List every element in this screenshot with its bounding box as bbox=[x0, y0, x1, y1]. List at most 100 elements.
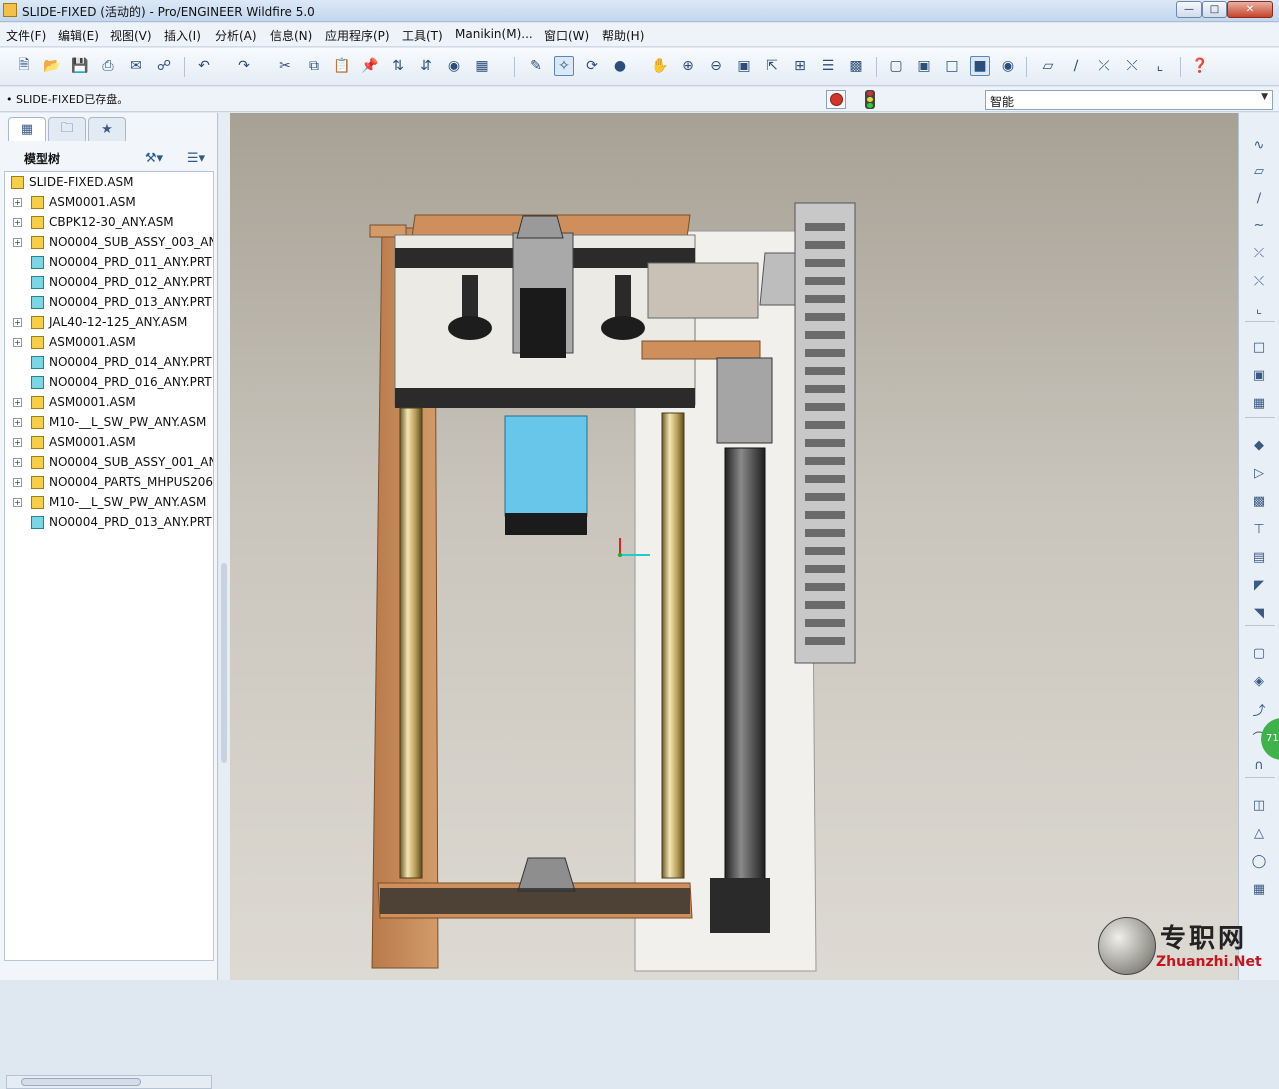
undo-icon[interactable]: ↶ bbox=[194, 56, 214, 76]
appearance-sphere-icon[interactable]: ● bbox=[610, 56, 630, 76]
tree-item[interactable]: + NO0004_PARTS_MHPUS206- bbox=[5, 472, 213, 492]
selection-box-icon[interactable]: ▦ bbox=[472, 56, 492, 76]
point-tags-icon[interactable]: ⤬ bbox=[1122, 56, 1142, 76]
no-hidden-icon[interactable]: □ bbox=[942, 56, 962, 76]
redo-icon[interactable]: ↷ bbox=[234, 56, 254, 76]
menu-applications[interactable]: 应用程序(P) bbox=[325, 27, 390, 44]
pattern-icon[interactable]: ▤ bbox=[1249, 547, 1269, 567]
zoom-out-icon[interactable]: ⊖ bbox=[706, 56, 726, 76]
shell-icon[interactable]: △ bbox=[1249, 823, 1269, 843]
tree-item[interactable]: NO0004_PRD_011_ANY.PRT bbox=[5, 252, 213, 272]
enhanced-realism-icon[interactable]: ◉ bbox=[998, 56, 1018, 76]
datum-points-icon[interactable]: ⤫ bbox=[1094, 56, 1114, 76]
expand-icon[interactable]: + bbox=[13, 198, 22, 207]
hole-icon[interactable]: ◆ bbox=[1249, 435, 1269, 455]
tree-item[interactable]: + NO0004_SUB_ASSY_003_ANY bbox=[5, 232, 213, 252]
datum-planes-icon[interactable]: ▱ bbox=[1038, 56, 1058, 76]
expand-icon[interactable]: + bbox=[13, 398, 22, 407]
refit-icon[interactable]: ▣ bbox=[734, 56, 754, 76]
regen-manager-icon[interactable]: ⇵ bbox=[416, 56, 436, 76]
cut-icon[interactable]: ✂ bbox=[275, 56, 295, 76]
plane-icon[interactable]: ▱ bbox=[1249, 161, 1269, 181]
expand-icon[interactable]: + bbox=[13, 458, 22, 467]
sketch-icon[interactable]: ∿ bbox=[1249, 135, 1269, 155]
save-icon[interactable]: 💾 bbox=[70, 56, 90, 76]
regenerate-icon[interactable]: ⇅ bbox=[388, 56, 408, 76]
tree-show-icon[interactable]: ☰▾ bbox=[182, 148, 210, 168]
tree-item[interactable]: + M10-__L_SW_PW_ANY.ASM bbox=[5, 412, 213, 432]
curve-icon[interactable]: ∼ bbox=[1249, 215, 1269, 235]
repeat-icon[interactable]: ▦ bbox=[1249, 393, 1269, 413]
menu-edit[interactable]: 编辑(E) bbox=[58, 27, 99, 44]
reorient-icon[interactable]: ⇱ bbox=[762, 56, 782, 76]
send-link-icon[interactable]: ☍ bbox=[154, 56, 174, 76]
copy-icon[interactable]: ⧉ bbox=[304, 56, 324, 76]
menu-tools[interactable]: 工具(T) bbox=[402, 27, 443, 44]
print-icon[interactable]: ⎙ bbox=[98, 56, 118, 76]
scrollbar-thumb[interactable] bbox=[21, 1078, 141, 1086]
pan-hand-icon[interactable]: ✋ bbox=[650, 56, 670, 76]
tree-item[interactable]: NO0004_PRD_012_ANY.PRT bbox=[5, 272, 213, 292]
maximize-button[interactable]: □ bbox=[1202, 1, 1227, 18]
tree-item[interactable]: NO0004_PRD_013_ANY.PRT bbox=[5, 512, 213, 532]
mirror-icon[interactable]: ◤ bbox=[1249, 575, 1269, 595]
tree-item[interactable]: NO0004_PRD_013_ANY.PRT bbox=[5, 292, 213, 312]
boundary-icon[interactable]: ∩ bbox=[1249, 755, 1269, 775]
selection-filter-select[interactable]: 智能 ▼ bbox=[985, 90, 1273, 110]
tab-model-tree[interactable]: ▦ bbox=[8, 117, 46, 141]
menu-window[interactable]: 窗口(W) bbox=[544, 27, 589, 44]
tree-horizontal-scrollbar[interactable] bbox=[6, 1075, 212, 1089]
wireframe-icon[interactable]: ▢ bbox=[886, 56, 906, 76]
revolve-icon[interactable]: ◈ bbox=[1249, 671, 1269, 691]
trim-icon[interactable]: ◥ bbox=[1249, 603, 1269, 623]
expand-icon[interactable]: + bbox=[13, 238, 22, 247]
panel-splitter[interactable] bbox=[219, 113, 230, 980]
orient-mode-icon[interactable]: ⟳ bbox=[582, 56, 602, 76]
expand-icon[interactable]: + bbox=[13, 218, 22, 227]
menu-manikin[interactable]: Manikin(M)... bbox=[455, 27, 533, 41]
menu-insert[interactable]: 插入(I) bbox=[164, 27, 201, 44]
tree-item[interactable]: + ASM0001.ASM bbox=[5, 432, 213, 452]
draft-icon[interactable]: ◯ bbox=[1249, 851, 1269, 871]
expand-icon[interactable]: + bbox=[13, 338, 22, 347]
tree-item[interactable]: + M10-__L_SW_PW_ANY.ASM bbox=[5, 492, 213, 512]
tree-item[interactable]: NO0004_PRD_014_ANY.PRT bbox=[5, 352, 213, 372]
extrude-icon[interactable]: ▢ bbox=[1249, 643, 1269, 663]
expand-icon[interactable]: + bbox=[13, 498, 22, 507]
menu-help[interactable]: 帮助(H) bbox=[602, 27, 644, 44]
new-file-icon[interactable]: 🗎 bbox=[14, 56, 34, 76]
paste-special-icon[interactable]: 📌 bbox=[360, 56, 380, 76]
flatten-icon[interactable]: ◫ bbox=[1249, 795, 1269, 815]
round-icon[interactable]: ▷ bbox=[1249, 463, 1269, 483]
menu-view[interactable]: 视图(V) bbox=[110, 27, 152, 44]
hidden-line-icon[interactable]: ▣ bbox=[914, 56, 934, 76]
axis-icon[interactable]: ∕ bbox=[1249, 188, 1269, 208]
open-folder-icon[interactable]: 📂 bbox=[42, 56, 62, 76]
sweep-icon[interactable]: ⤴ bbox=[1249, 699, 1269, 719]
tree-item[interactable]: + ASM0001.ASM bbox=[5, 192, 213, 212]
tree-item[interactable]: + NO0004_SUB_ASSY_001_ANY bbox=[5, 452, 213, 472]
saved-views-icon[interactable]: ⊞ bbox=[790, 56, 810, 76]
expand-icon[interactable]: + bbox=[13, 318, 22, 327]
tab-favorites[interactable]: ★ bbox=[88, 117, 126, 141]
menu-file[interactable]: 文件(F) bbox=[6, 27, 46, 44]
expand-icon[interactable]: + bbox=[13, 418, 22, 427]
merge-icon[interactable]: ▩ bbox=[1249, 491, 1269, 511]
close-button[interactable]: ✕ bbox=[1227, 1, 1273, 18]
tree-root[interactable]: SLIDE-FIXED.ASM bbox=[5, 172, 213, 192]
repaint-icon[interactable]: ✎ bbox=[526, 56, 546, 76]
coordinate-systems-icon[interactable]: ⌞ bbox=[1150, 56, 1170, 76]
stop-button[interactable] bbox=[826, 90, 846, 109]
shading-icon[interactable]: ■ bbox=[970, 56, 990, 76]
context-help-icon[interactable]: ❓ bbox=[1190, 56, 1210, 76]
send-mail-icon[interactable]: ✉ bbox=[126, 56, 146, 76]
cut-icon[interactable]: ⊤ bbox=[1249, 519, 1269, 539]
csys-icon[interactable]: ⌞ bbox=[1249, 299, 1269, 319]
paste-icon[interactable]: 📋 bbox=[332, 56, 352, 76]
tree-item[interactable]: + CBPK12-30_ANY.ASM bbox=[5, 212, 213, 232]
expand-icon[interactable]: + bbox=[13, 438, 22, 447]
minimize-button[interactable]: — bbox=[1176, 1, 1202, 18]
assemble-icon[interactable]: □ bbox=[1249, 337, 1269, 357]
tree-item[interactable]: + ASM0001.ASM bbox=[5, 332, 213, 352]
layers-icon[interactable]: ☰ bbox=[818, 56, 838, 76]
